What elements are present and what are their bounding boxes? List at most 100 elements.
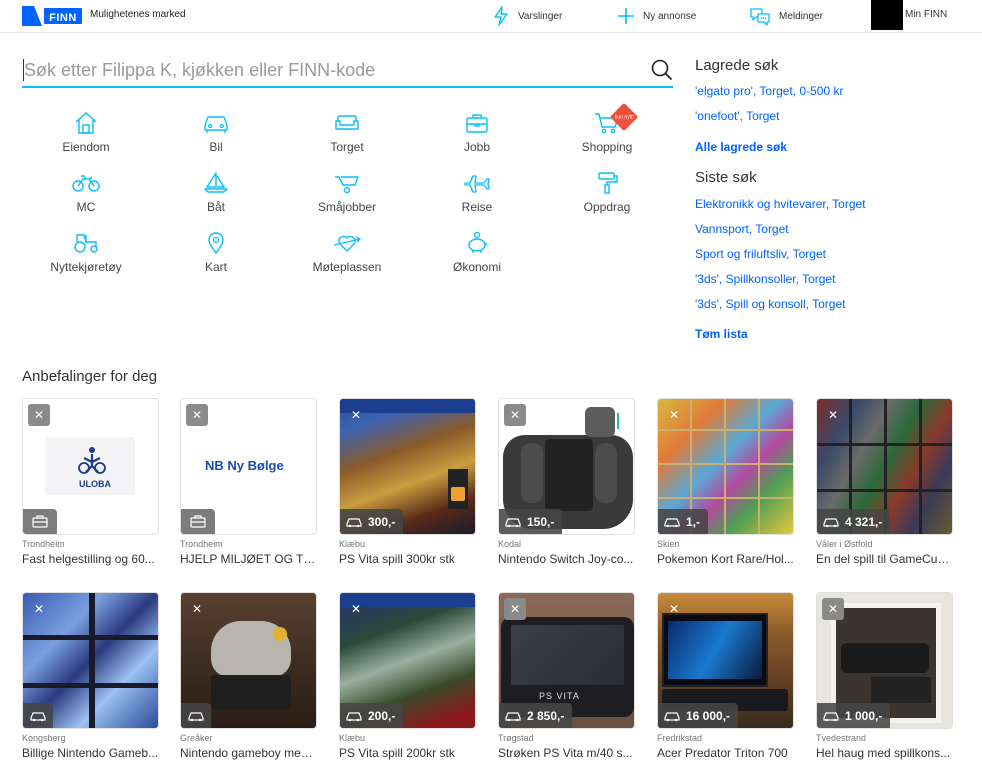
nav-min-finn[interactable]: Min FINN <box>905 9 947 20</box>
ad-image[interactable]: ✕ 16 000,- <box>657 592 794 729</box>
ad-card[interactable]: PS VITA ✕ 2 850,- Trøgstad Strøken PS Vi… <box>498 592 635 760</box>
category-kart[interactable]: Kart <box>161 231 271 279</box>
ad-image[interactable]: ✕ 1,- <box>657 398 794 535</box>
price-tag: 300,- <box>340 509 404 534</box>
ad-image[interactable]: ✕ 150,- <box>498 398 635 535</box>
ad-card[interactable]: ✕ 150,- Kodal Nintendo Switch Joy-co... <box>498 398 635 566</box>
ad-title[interactable]: Billige Nintendo Gameb... <box>22 746 159 760</box>
recent-search-link[interactable]: Sport og friluftsliv, Torget <box>695 247 826 261</box>
close-icon[interactable]: ✕ <box>186 598 208 620</box>
category-shopping[interactable]: kun nytt! Shopping <box>552 102 662 159</box>
ad-title[interactable]: En del spill til GameCub... <box>816 552 953 566</box>
ad-card[interactable]: ✕ 4 321,- Våler i Østfold En del spill t… <box>816 398 953 566</box>
logo-text: FINN <box>42 6 84 26</box>
heart-arrow-icon <box>333 235 362 252</box>
ad-title[interactable]: Nintendo Switch Joy-co... <box>498 552 635 566</box>
category-reise[interactable]: Reise <box>422 171 532 219</box>
close-icon[interactable]: ✕ <box>28 404 50 426</box>
ad-title[interactable]: HJELP MILJØET OG TJ... <box>180 552 317 566</box>
ad-image[interactable]: ✕ 200,- <box>339 592 476 729</box>
chat-icon <box>750 8 770 26</box>
recent-search-link[interactable]: Elektronikk og hvitevarer, Torget <box>695 197 866 211</box>
saved-search-link[interactable]: 'elgato pro', Torget, 0-500 kr <box>695 84 843 98</box>
truck-icon <box>505 517 521 527</box>
nav-ny-annonse[interactable]: Ny annonse <box>617 4 696 28</box>
recent-search-link[interactable]: '3ds', Spill og konsoll, Torget <box>695 297 845 311</box>
sofa-icon <box>335 115 359 130</box>
category-eiendom[interactable]: Eiendom <box>31 111 141 159</box>
ad-card[interactable]: NB Ny Bølge ✕ Trondheim HJELP MILJØET OG… <box>180 398 317 566</box>
ad-image[interactable]: ✕ 1 000,- <box>816 592 953 729</box>
employer-logo: ULOBA <box>79 479 111 489</box>
category-label: Økonomi <box>452 260 502 274</box>
finn-logo[interactable]: FINN <box>22 6 84 26</box>
nav-meldinger[interactable]: Meldinger <box>749 4 823 28</box>
close-icon[interactable]: ✕ <box>186 404 208 426</box>
close-icon[interactable]: ✕ <box>345 598 367 620</box>
price-tag: 1,- <box>658 509 709 534</box>
nav-label: Meldinger <box>779 10 823 22</box>
briefcase-icon <box>466 114 488 133</box>
ad-image[interactable]: ✕ <box>180 592 317 729</box>
recent-search-link[interactable]: '3ds', Spillkonsoller, Torget <box>695 272 835 286</box>
ad-title[interactable]: PS Vita spill 300kr stk <box>339 552 476 566</box>
category-okonomi[interactable]: Økonomi <box>422 231 532 279</box>
close-icon[interactable]: ✕ <box>822 598 844 620</box>
bolt-icon <box>494 6 508 26</box>
ad-card[interactable]: ULOBA ✕ Trondheim Fast helgestilling og … <box>22 398 159 566</box>
category-bat[interactable]: Båt <box>161 171 271 219</box>
ad-location: Klæbu <box>339 733 366 743</box>
close-icon[interactable]: ✕ <box>663 598 685 620</box>
search-icon[interactable] <box>651 59 673 81</box>
clear-list-button[interactable]: Tøm lista <box>695 327 748 341</box>
category-jobb[interactable]: Jobb <box>422 111 532 159</box>
ad-image[interactable]: PS VITA ✕ 2 850,- <box>498 592 635 729</box>
nav-varslinger[interactable]: Varslinger <box>492 4 562 28</box>
close-icon[interactable]: ✕ <box>345 404 367 426</box>
ad-title[interactable]: Fast helgestilling og 60... <box>22 552 159 566</box>
ad-card[interactable]: ✕ 1,- Skien Pokemon Kort Rare/Hol... <box>657 398 794 566</box>
ad-image[interactable]: ✕ <box>22 592 159 729</box>
ad-image[interactable]: ULOBA ✕ <box>22 398 159 535</box>
category-label: Reise <box>461 200 493 214</box>
truck-icon <box>181 703 211 728</box>
ad-title[interactable]: Pokemon Kort Rare/Hol... <box>657 552 794 566</box>
close-icon[interactable]: ✕ <box>504 598 526 620</box>
ad-card[interactable]: ✕ 1 000,- Tvedestrand Hel haug med spill… <box>816 592 953 760</box>
category-mc[interactable]: MC <box>31 171 141 219</box>
ad-card[interactable]: ✕ 300,- Klæbu PS Vita spill 300kr stk <box>339 398 476 566</box>
ad-image[interactable]: NB Ny Bølge ✕ <box>180 398 317 535</box>
ad-card[interactable]: ✕ Kongsberg Billige Nintendo Gameb... <box>22 592 159 760</box>
all-saved-searches-link[interactable]: Alle lagrede søk <box>695 140 787 154</box>
category-oppdrag[interactable]: Oppdrag <box>552 171 662 219</box>
close-icon[interactable]: ✕ <box>504 404 526 426</box>
avatar[interactable] <box>871 0 903 30</box>
ad-title[interactable]: Strøken PS Vita m/40 s... <box>498 746 635 760</box>
ad-title[interactable]: Acer Predator Triton 700 <box>657 746 794 760</box>
category-label: Shopping <box>581 140 633 154</box>
nav-label: Ny annonse <box>643 10 697 22</box>
close-icon[interactable]: ✕ <box>663 404 685 426</box>
price-tag: 1 000,- <box>817 703 891 728</box>
ad-image[interactable]: ✕ 4 321,- <box>816 398 953 535</box>
category-bil[interactable]: Bil <box>161 111 271 159</box>
search-input[interactable] <box>22 59 673 81</box>
ad-title[interactable]: PS Vita spill 200kr stk <box>339 746 476 760</box>
category-torget[interactable]: Torget <box>292 111 402 159</box>
close-icon[interactable]: ✕ <box>822 404 844 426</box>
saved-search-link[interactable]: 'onefoot', Torget <box>695 109 779 123</box>
ad-card[interactable]: ✕ Greåker Nintendo gameboy med... <box>180 592 317 760</box>
category-smajobber[interactable]: Småjobber <box>292 171 402 219</box>
ad-title[interactable]: Hel haug med spillkons... <box>816 746 953 760</box>
ad-card[interactable]: ✕ 200,- Klæbu PS Vita spill 200kr stk <box>339 592 476 760</box>
category-moteplassen[interactable]: Møteplassen <box>292 231 402 279</box>
ad-title[interactable]: Nintendo gameboy med... <box>180 746 317 760</box>
ad-card[interactable]: ✕ 16 000,- Fredrikstad Acer Predator Tri… <box>657 592 794 760</box>
category-nyttekjoretoy[interactable]: Nyttekjøretøy <box>31 231 141 279</box>
ad-location: Trondheim <box>22 539 65 549</box>
ad-image[interactable]: ✕ 300,- <box>339 398 476 535</box>
close-icon[interactable]: ✕ <box>28 598 50 620</box>
recent-search-link[interactable]: Vannsport, Torget <box>695 222 789 236</box>
uloba-logo-mark <box>78 447 106 474</box>
category-label: Eiendom <box>62 140 110 154</box>
